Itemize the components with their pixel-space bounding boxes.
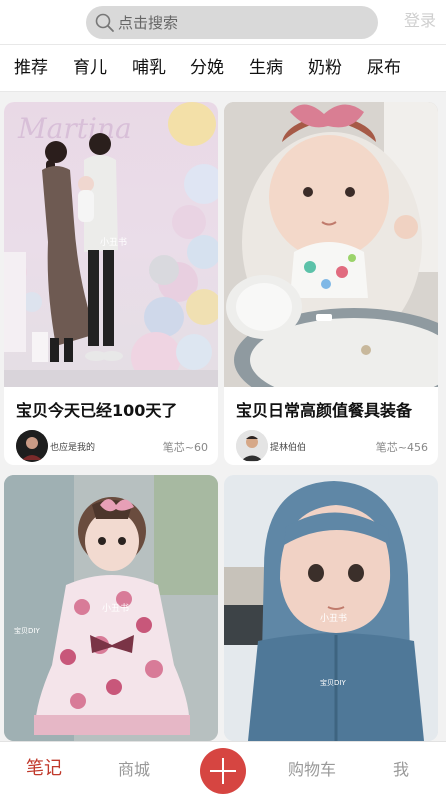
avatar[interactable] <box>16 430 48 462</box>
note-card[interactable]: 小丑书 宝贝DIY <box>224 475 438 741</box>
author-avatar-image <box>16 430 48 462</box>
nav-cart[interactable]: 购物车 <box>288 759 336 781</box>
author-avatar-image <box>236 430 268 462</box>
search-icon <box>95 13 114 32</box>
boy-hood-photo-illustration: 小丑书 宝贝DIY <box>224 475 438 741</box>
top-bar: 点击搜索 登录 <box>0 0 446 44</box>
nav-notes[interactable]: 笔记 <box>26 758 62 780</box>
photo-watermark: 小丑书 <box>102 603 129 614</box>
tab-illness[interactable]: 生病 <box>249 57 283 79</box>
note-card[interactable]: Martina 小丑书 宝贝今天已经100天了 也应是我的 笔芯~60 <box>4 102 218 465</box>
photo-watermark: 小丑书 <box>100 237 127 248</box>
note-photo[interactable] <box>224 102 438 387</box>
tab-recommend[interactable]: 推荐 <box>14 57 48 79</box>
girl-dress-photo-illustration: 小丑书 宝贝DIY <box>4 475 218 741</box>
author-name[interactable]: 提林伯伯 <box>270 442 306 454</box>
tab-parenting[interactable]: 育儿 <box>73 57 107 79</box>
photo-watermark: 小丑书 <box>320 613 347 624</box>
login-button[interactable]: 登录 <box>404 10 436 32</box>
category-tabs: 推荐 育儿 哺乳 分娩 生病 奶粉 尿布 <box>0 44 446 92</box>
nav-mall[interactable]: 商城 <box>118 759 150 781</box>
likes-count: 笔芯~456 <box>375 441 428 454</box>
family-photo-illustration: Martina 小丑书 <box>4 102 218 387</box>
note-title[interactable]: 宝贝日常高颜值餐具装备 <box>236 400 412 422</box>
baby-eating-photo-illustration <box>224 102 438 387</box>
note-photo[interactable]: 小丑书 宝贝DIY <box>224 475 438 741</box>
note-photo[interactable]: Martina 小丑书 <box>4 102 218 387</box>
add-note-button[interactable] <box>200 748 246 794</box>
search-placeholder: 点击搜索 <box>118 14 179 32</box>
author-name[interactable]: 也应是我的 <box>50 442 95 454</box>
tab-diapers[interactable]: 尿布 <box>367 57 401 79</box>
avatar[interactable] <box>236 430 268 462</box>
photo-small-watermark: 宝贝DIY <box>320 678 346 687</box>
note-card[interactable]: 宝贝日常高颜值餐具装备 提林伯伯 笔芯~456 <box>224 102 438 465</box>
nav-me[interactable]: 我 <box>393 759 409 781</box>
note-card[interactable]: 小丑书 宝贝DIY <box>4 475 218 741</box>
photo-small-watermark: 宝贝DIY <box>14 626 40 635</box>
bottom-nav: 笔记 商城 购物车 我 <box>0 741 446 798</box>
tab-breastfeeding[interactable]: 哺乳 <box>132 57 166 79</box>
tab-formula[interactable]: 奶粉 <box>308 57 342 79</box>
tab-childbirth[interactable]: 分娩 <box>190 57 224 79</box>
likes-count: 笔芯~60 <box>162 441 208 454</box>
note-photo[interactable]: 小丑书 宝贝DIY <box>4 475 218 741</box>
search-bar[interactable]: 点击搜索 <box>86 6 378 39</box>
photo-backdrop-text: Martina <box>17 112 132 145</box>
note-title[interactable]: 宝贝今天已经100天了 <box>16 400 177 422</box>
